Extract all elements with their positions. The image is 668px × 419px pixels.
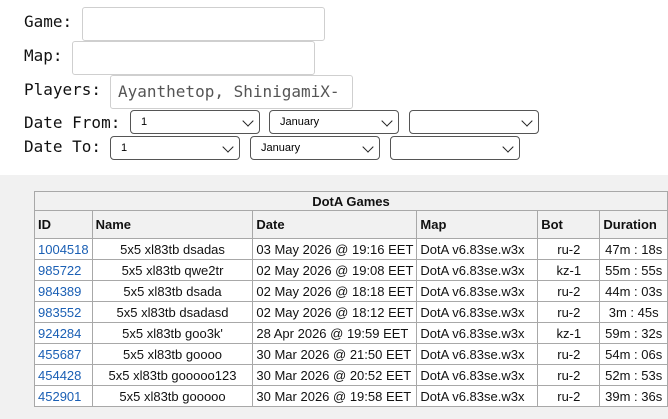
map-input[interactable] (72, 41, 315, 75)
game-name: 5x5 xl83tb goo3k' (91, 322, 254, 344)
chevron-down-icon (521, 115, 533, 127)
game-map: DotA v6.83se.w3x (416, 259, 539, 281)
chevron-down-icon (362, 141, 374, 153)
game-date: 02 May 2026 @ 19:08 EET (252, 259, 418, 281)
game-duration: 47m : 18s (599, 238, 668, 260)
game-id-link[interactable]: 1004518 (38, 242, 89, 257)
date-to-month-value: January (261, 142, 301, 154)
date-from-label: Date From: (24, 113, 121, 132)
game-id-link[interactable]: 452901 (38, 389, 81, 404)
table-row: 455687 5x5 xl83tb goooo 30 Mar 2026 @ 21… (34, 343, 668, 365)
game-bot: ru-2 (537, 238, 601, 260)
date-from-day-value: 1 (141, 116, 148, 128)
game-date: 30 Mar 2026 @ 21:50 EET (252, 343, 418, 365)
game-id-link[interactable]: 984389 (38, 284, 81, 299)
game-date: 02 May 2026 @ 18:12 EET (252, 301, 418, 323)
game-id-link[interactable]: 983552 (38, 305, 81, 320)
game-bot: ru-2 (537, 364, 601, 386)
table-row: 452901 5x5 xl83tb gooooo 30 Mar 2026 @ 1… (34, 385, 668, 407)
game-duration: 59m : 32s (599, 322, 668, 344)
map-label: Map: (24, 46, 63, 65)
games-table: DotA Games ID Name Date Map Bot Duration… (34, 191, 668, 407)
game-map: DotA v6.83se.w3x (416, 301, 539, 323)
game-name: 5x5 xl83tb gooooo123 (91, 364, 254, 386)
date-from-month-value: January (280, 116, 320, 128)
search-form: Game: Map: Players: Ayanthetop, Shinigam… (0, 0, 668, 175)
date-to-month-select[interactable]: January (250, 136, 380, 160)
column-header-id[interactable]: ID (34, 210, 93, 239)
game-name: 5x5 xl83tb gooooo (91, 385, 254, 407)
game-input[interactable] (82, 7, 325, 41)
game-date: 30 Mar 2026 @ 19:58 EET (252, 385, 418, 407)
game-id-link[interactable]: 454428 (38, 368, 81, 383)
date-from-year-select[interactable] (409, 110, 539, 134)
game-id-link[interactable]: 985722 (38, 263, 81, 278)
column-header-duration[interactable]: Duration (599, 210, 668, 239)
game-map: DotA v6.83se.w3x (416, 385, 539, 407)
game-map: DotA v6.83se.w3x (416, 280, 539, 302)
column-header-date[interactable]: Date (252, 210, 418, 239)
date-to-day-select[interactable]: 1 (110, 136, 240, 160)
game-duration: 52m : 53s (599, 364, 668, 386)
table-row: 924284 5x5 xl83tb goo3k' 28 Apr 2026 @ 1… (34, 322, 668, 344)
table-row: 983552 5x5 xl83tb dsadasd 02 May 2026 @ … (34, 301, 668, 323)
date-from-month-select[interactable]: January (269, 110, 399, 134)
chevron-down-icon (381, 115, 393, 127)
game-duration: 39m : 36s (599, 385, 668, 407)
game-id-link[interactable]: 924284 (38, 326, 81, 341)
game-id-link[interactable]: 455687 (38, 347, 81, 362)
chevron-down-icon (242, 115, 254, 127)
game-duration: 3m : 45s (599, 301, 668, 323)
game-date: 28 Apr 2026 @ 19:59 EET (252, 322, 418, 344)
game-bot: ru-2 (537, 385, 601, 407)
table-row: 985722 5x5 xl83tb qwe2tr 02 May 2026 @ 1… (34, 259, 668, 281)
game-bot: kz-1 (537, 322, 601, 344)
game-name: 5x5 xl83tb dsadasd (91, 301, 254, 323)
chevron-down-icon (222, 141, 234, 153)
game-name: 5x5 xl83tb goooo (91, 343, 254, 365)
table-row: 1004518 5x5 xl83tb dsadas 03 May 2026 @ … (34, 238, 668, 260)
players-label: Players: (24, 80, 102, 99)
column-header-bot[interactable]: Bot (537, 210, 601, 239)
game-name: 5x5 xl83tb dsada (91, 280, 254, 302)
game-map: DotA v6.83se.w3x (416, 322, 539, 344)
game-bot: ru-2 (537, 301, 601, 323)
chevron-down-icon (502, 141, 514, 153)
column-header-name[interactable]: Name (91, 210, 254, 239)
game-duration: 55m : 55s (599, 259, 668, 281)
table-row: 984389 5x5 xl83tb dsada 02 May 2026 @ 18… (34, 280, 668, 302)
table-row: 454428 5x5 xl83tb gooooo123 30 Mar 2026 … (34, 364, 668, 386)
game-bot: ru-2 (537, 343, 601, 365)
date-to-day-value: 1 (121, 142, 128, 154)
game-bot: ru-2 (537, 280, 601, 302)
players-input[interactable]: Ayanthetop, ShinigamiX- (110, 75, 353, 109)
date-to-year-select[interactable] (390, 136, 520, 160)
game-date: 30 Mar 2026 @ 20:52 EET (252, 364, 418, 386)
game-date: 03 May 2026 @ 19:16 EET (252, 238, 418, 260)
game-duration: 54m : 06s (599, 343, 668, 365)
game-duration: 44m : 03s (599, 280, 668, 302)
game-map: DotA v6.83se.w3x (416, 343, 539, 365)
table-header-row: ID Name Date Map Bot Duration (34, 210, 668, 239)
column-header-map[interactable]: Map (416, 210, 539, 239)
game-name: 5x5 xl83tb qwe2tr (91, 259, 254, 281)
date-to-label: Date To: (24, 137, 102, 156)
game-bot: kz-1 (537, 259, 601, 281)
game-name: 5x5 xl83tb dsadas (91, 238, 254, 260)
date-from-day-select[interactable]: 1 (130, 110, 260, 134)
table-caption-row: DotA Games (34, 191, 668, 211)
game-map: DotA v6.83se.w3x (416, 238, 539, 260)
game-map: DotA v6.83se.w3x (416, 364, 539, 386)
game-date: 02 May 2026 @ 18:18 EET (252, 280, 418, 302)
table-caption: DotA Games (34, 191, 668, 211)
game-label: Game: (24, 12, 73, 31)
